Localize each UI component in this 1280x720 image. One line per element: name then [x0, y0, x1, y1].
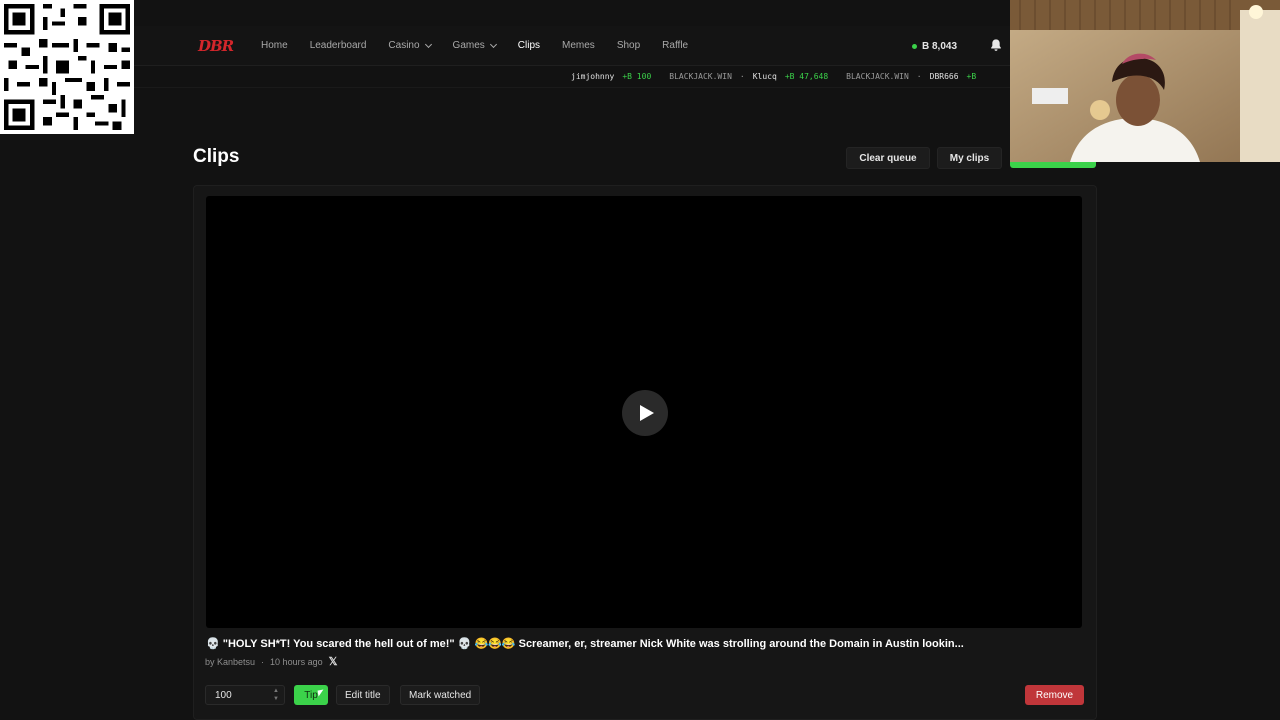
clip-time: 10 hours ago: [270, 656, 323, 667]
play-icon: [639, 405, 654, 421]
clear-queue-button[interactable]: Clear queue: [846, 147, 930, 169]
nav-item-casino[interactable]: Casino: [388, 40, 432, 51]
clip-title: 💀 "HOLY SH*T! You scared the hell out of…: [206, 638, 964, 650]
clip-author[interactable]: by Kanbetsu: [205, 657, 255, 667]
mark-watched-button[interactable]: Mark watched: [400, 685, 481, 705]
balance-display[interactable]: B 8,043: [912, 37, 957, 55]
balance-value: B 8,043: [922, 40, 958, 52]
top-navbar: DBR Home Leaderboard Casino Games Clips …: [134, 26, 1010, 66]
nav-links: Home Leaderboard Casino Games Clips Meme…: [261, 40, 710, 51]
qr-code: [0, 0, 134, 134]
submit-clip-button[interactable]: [1010, 162, 1096, 168]
ticker-amount: +B 47,648: [784, 72, 829, 81]
my-clips-button[interactable]: My clips: [937, 147, 1002, 169]
app-root: DBR Home Leaderboard Casino Games Clips …: [0, 0, 1280, 720]
clip-meta: by Kanbetsu · 10 hours ago 𝕏: [205, 655, 338, 668]
remove-button[interactable]: Remove: [1025, 685, 1084, 705]
x-icon[interactable]: 𝕏: [329, 655, 338, 668]
nav-item-clips[interactable]: Clips: [518, 40, 540, 51]
mouse-cursor-icon: [317, 689, 325, 697]
nav-item-leaderboard[interactable]: Leaderboard: [310, 40, 367, 51]
nav-item-raffle[interactable]: Raffle: [662, 40, 688, 51]
webcam-overlay: [1010, 0, 1280, 162]
ticker-user: jimjohnny: [571, 72, 615, 81]
ticker-game: BLACKJACK.WIN: [846, 72, 909, 81]
wins-ticker: jimjohnny +B 100 BLACKJACK.WIN · Klucq +…: [134, 66, 1010, 88]
ticker-user: DBR666: [929, 72, 959, 81]
ticker-game: BLACKJACK.WIN: [669, 72, 732, 81]
nav-item-home[interactable]: Home: [261, 40, 288, 51]
online-dot-icon: [912, 43, 917, 49]
stepper-arrows-icon[interactable]: ▲ ▼: [273, 687, 279, 703]
site-logo[interactable]: DBR: [198, 37, 234, 55]
edit-title-button[interactable]: Edit title: [336, 685, 390, 705]
bell-icon[interactable]: [989, 38, 1003, 52]
nav-item-memes[interactable]: Memes: [562, 40, 595, 51]
play-button[interactable]: [622, 390, 668, 436]
chevron-down-icon: [424, 40, 432, 48]
nav-item-shop[interactable]: Shop: [617, 40, 640, 51]
page-title: Clips: [193, 146, 240, 167]
ticker-amount: +B 100: [622, 72, 652, 81]
chevron-down-icon: [489, 40, 497, 48]
ticker-user: Klucq: [752, 72, 777, 81]
nav-item-games[interactable]: Games: [453, 40, 497, 51]
ticker-amount: +B: [966, 72, 977, 81]
